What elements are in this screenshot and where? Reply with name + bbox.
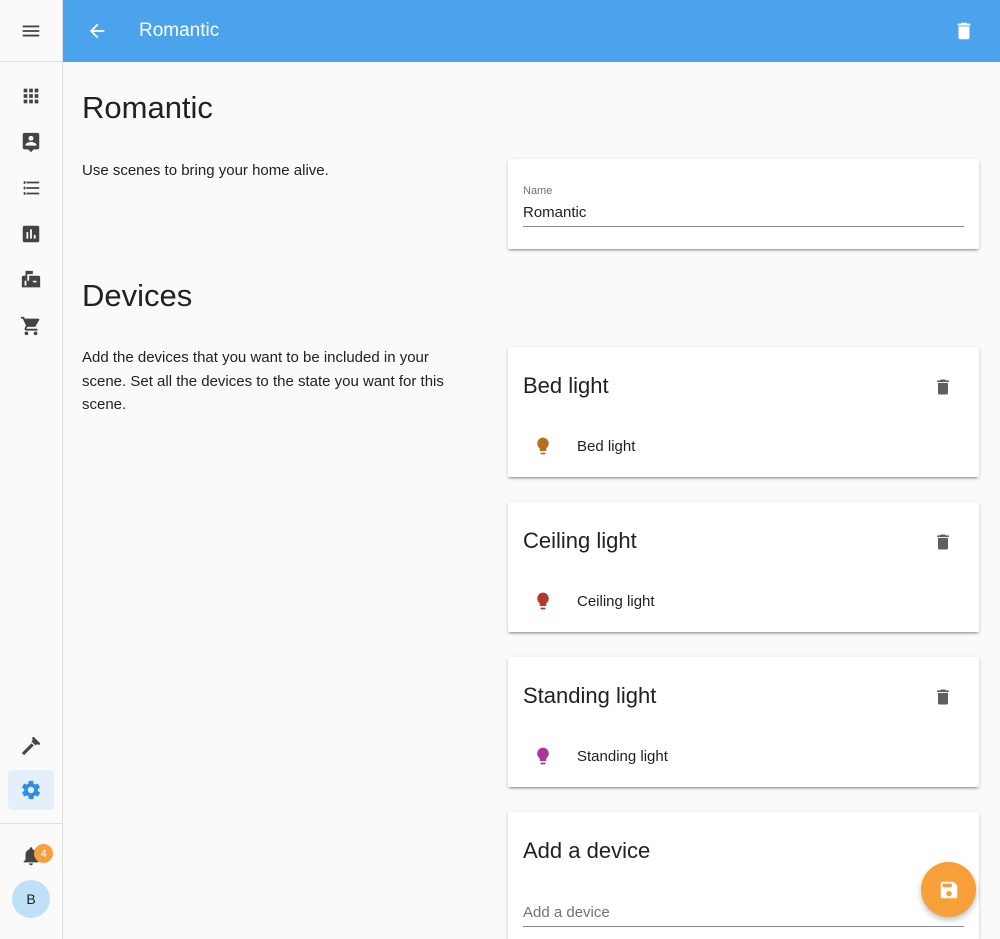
devices-title: Devices bbox=[82, 278, 193, 313]
device-card: Bed light Bed light bbox=[508, 347, 979, 477]
sidebar-item-developer-tools[interactable] bbox=[8, 726, 54, 766]
name-field-label: Name bbox=[523, 185, 553, 197]
trash-icon bbox=[937, 379, 949, 395]
floppy-icon bbox=[940, 881, 957, 898]
entity-name: Standing light bbox=[577, 747, 668, 765]
lightbulb-icon bbox=[523, 586, 563, 616]
app-toolbar: Romantic bbox=[63, 0, 1000, 62]
device-entity-row[interactable]: Standing light bbox=[523, 741, 668, 771]
add-device-card: Add a device Add a device bbox=[508, 812, 979, 939]
sidebar-item-logbook[interactable] bbox=[8, 122, 54, 162]
sidebar-header bbox=[0, 0, 62, 62]
trash-icon bbox=[937, 534, 949, 550]
menu-button[interactable] bbox=[8, 11, 54, 51]
device-title: Standing light bbox=[523, 683, 657, 708]
delete-device-button[interactable] bbox=[929, 683, 957, 711]
delete-scene-button[interactable] bbox=[950, 17, 978, 45]
notification-badge: 4 bbox=[34, 844, 53, 863]
device-entity-row[interactable]: Bed light bbox=[523, 431, 635, 461]
devices-description: Add the devices that you want to be incl… bbox=[82, 349, 444, 413]
mailbox-icon bbox=[21, 270, 41, 288]
cart-icon bbox=[20, 316, 40, 336]
apps-icon bbox=[23, 88, 39, 104]
lightbulb-icon bbox=[523, 431, 563, 461]
page-title: Romantic bbox=[82, 90, 213, 125]
delete-device-button[interactable] bbox=[929, 373, 957, 401]
hammer-icon bbox=[21, 736, 41, 756]
sidebar-item-history[interactable] bbox=[8, 168, 54, 208]
device-title: Bed light bbox=[523, 373, 609, 398]
menu-icon bbox=[22, 25, 40, 36]
name-field-underline bbox=[523, 226, 964, 227]
entity-name: Ceiling light bbox=[577, 592, 655, 610]
sidebar-item-shopping-list[interactable] bbox=[8, 306, 54, 346]
arrow-left-icon bbox=[89, 23, 105, 39]
scene-intro: Use scenes to bring your home alive. bbox=[82, 162, 329, 179]
device-entity-row[interactable]: Ceiling light bbox=[523, 586, 655, 616]
device-card: Ceiling light Ceiling light bbox=[508, 502, 979, 632]
delete-device-button[interactable] bbox=[929, 528, 957, 556]
sidebar-bottom bbox=[0, 722, 62, 810]
back-button[interactable] bbox=[77, 11, 117, 51]
trash-icon bbox=[957, 22, 971, 40]
sidebar: 4 B bbox=[0, 0, 63, 939]
device-card: Standing light Standing light bbox=[508, 657, 979, 787]
sidebar-divider bbox=[0, 823, 62, 824]
sidebar-item-settings[interactable] bbox=[8, 770, 54, 810]
add-device-input[interactable]: Add a device bbox=[523, 904, 610, 921]
add-device-underline bbox=[523, 926, 964, 927]
toolbar-title: Romantic bbox=[139, 20, 220, 41]
save-button[interactable] bbox=[921, 862, 976, 917]
settings-icon bbox=[22, 780, 41, 800]
sidebar-item-overview[interactable] bbox=[8, 76, 54, 116]
trash-icon bbox=[937, 689, 949, 705]
device-title: Ceiling light bbox=[523, 528, 637, 553]
format-list-icon bbox=[23, 181, 40, 195]
add-device-title: Add a device bbox=[523, 838, 651, 863]
chart-bar-icon bbox=[22, 225, 40, 243]
sidebar-nav bbox=[0, 62, 62, 346]
lightbulb-icon bbox=[523, 741, 563, 771]
name-card: Name Romantic bbox=[508, 159, 979, 249]
user-avatar[interactable]: B bbox=[12, 880, 50, 918]
name-field[interactable]: Romantic bbox=[523, 204, 586, 221]
notifications-button[interactable]: 4 bbox=[8, 838, 54, 874]
account-box-icon bbox=[22, 132, 40, 153]
sidebar-item-energy[interactable] bbox=[8, 214, 54, 254]
entity-name: Bed light bbox=[577, 437, 636, 455]
sidebar-item-mailbox[interactable] bbox=[8, 260, 54, 300]
